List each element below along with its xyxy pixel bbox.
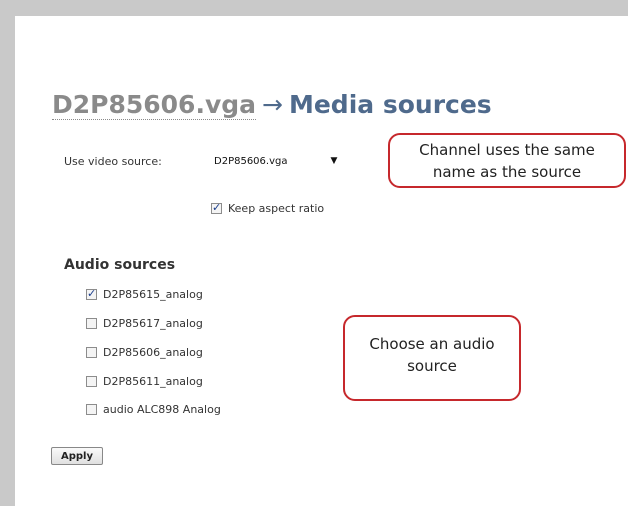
callout-text-line: Choose an audio [369, 335, 495, 353]
audio-source-item[interactable]: audio ALC898 Analog [86, 403, 221, 416]
audio-sources-heading: Audio sources [64, 257, 176, 273]
title-source-link[interactable]: D2P85606.vga [52, 90, 257, 120]
window-top-border [0, 0, 628, 16]
callout-text-line: source [407, 357, 457, 375]
audio-source-checkbox[interactable] [86, 318, 97, 329]
audio-source-item[interactable]: D2P85611_analog [86, 375, 203, 388]
video-source-value: D2P85606.vga [214, 155, 288, 167]
audio-source-checkbox[interactable] [86, 347, 97, 358]
audio-source-item[interactable]: D2P85606_analog [86, 346, 203, 359]
keep-aspect-row[interactable]: Keep aspect ratio [211, 201, 325, 215]
keep-aspect-label: Keep aspect ratio [228, 202, 325, 215]
audio-source-label: D2P85611_analog [103, 375, 203, 388]
callout-audio-source: Choose an audio source [343, 315, 521, 401]
audio-source-label: D2P85617_analog [103, 317, 203, 330]
callout-text-line: name as the source [432, 163, 582, 181]
callout-channel-name: Channel uses the same name as the source [388, 133, 626, 188]
audio-source-item[interactable]: D2P85617_analog [86, 317, 203, 330]
audio-source-checkbox[interactable] [86, 376, 97, 387]
video-source-select[interactable]: D2P85606.vga ▼ [210, 151, 342, 171]
window-left-border [0, 0, 15, 506]
audio-source-checkbox[interactable] [86, 287, 97, 300]
page-title: D2P85606.vga → Media sources [52, 90, 492, 120]
video-source-label: Use video source: [64, 155, 162, 168]
audio-source-label: D2P85615_analog [103, 288, 203, 301]
audio-source-label: D2P85606_analog [103, 346, 203, 359]
title-arrow: → [262, 90, 283, 119]
apply-button[interactable]: Apply [51, 447, 103, 465]
audio-source-checkbox[interactable] [86, 404, 97, 415]
audio-source-item[interactable]: D2P85615_analog [86, 287, 203, 301]
callout-text-line: Channel uses the same [419, 141, 595, 159]
chevron-down-icon: ▼ [330, 156, 338, 166]
title-section: Media sources [288, 90, 492, 119]
keep-aspect-checkbox[interactable] [211, 201, 222, 214]
audio-source-label: audio ALC898 Analog [103, 403, 221, 416]
